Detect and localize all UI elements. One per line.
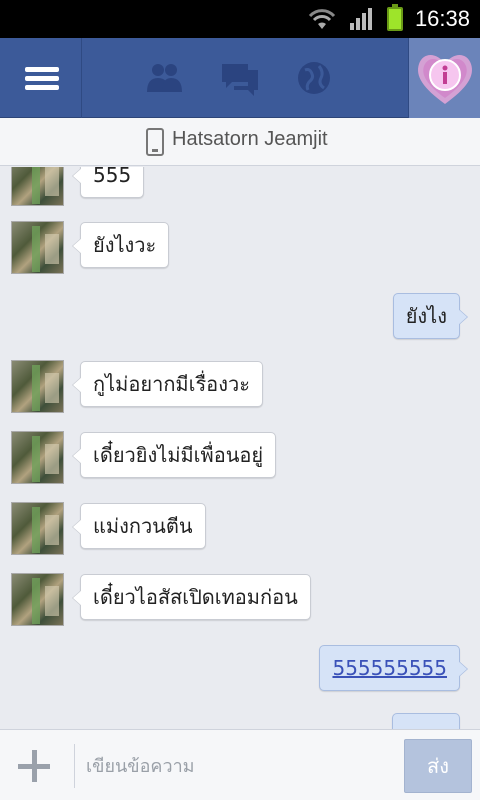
message-thread[interactable]: 555 ยังไงวะ ยังไง กูไม่อยากมีเรื่องวะ เด… (0, 167, 480, 729)
friend-requests-icon[interactable] (142, 56, 186, 100)
send-button[interactable]: ส่ง (404, 739, 472, 793)
menu-button[interactable] (0, 38, 82, 118)
incoming-message: ยังไงวะ (71, 222, 170, 268)
sender-avatar[interactable] (11, 573, 64, 626)
message-text: กูไม่อยากมีเรื่องวะ (93, 372, 250, 396)
composer-divider (74, 744, 75, 788)
conversation-title: Hatsatorn Jeamjit (172, 128, 328, 150)
mobile-phone-icon (146, 128, 164, 156)
message-text: เดี๋ยวยิงไม่มีเพื่อนอยู่ (93, 443, 264, 467)
sender-avatar[interactable] (11, 167, 64, 206)
message-input[interactable] (86, 744, 386, 788)
sender-avatar[interactable] (11, 360, 64, 413)
battery-icon (386, 4, 403, 31)
messages-icon[interactable] (218, 56, 262, 100)
wifi-icon (308, 9, 336, 29)
profile-button[interactable] (408, 38, 480, 118)
notifications-globe-icon[interactable] (292, 56, 336, 100)
status-icons: 16:38 (307, 0, 470, 38)
attach-plus-icon[interactable] (16, 748, 52, 784)
outgoing-message: 555555555 (319, 645, 468, 691)
outgoing-message: ยังไง (392, 293, 469, 339)
menu-icon (25, 67, 59, 72)
message-composer: ส่ง (0, 729, 480, 800)
message-text: 555 (93, 167, 132, 187)
conversation-header: Hatsatorn Jeamjit (0, 118, 480, 166)
message-link[interactable]: 555555555 (332, 656, 447, 680)
incoming-message: แม่งกวนตีน (72, 503, 206, 549)
clock: 16:38 (414, 6, 470, 31)
incoming-message: 555 (71, 167, 145, 198)
message-text: เดี๋ยวไอสัสเปิดเทอมก่อน (93, 585, 298, 609)
top-navigation-bar (0, 38, 480, 118)
menu-icon-line (25, 76, 59, 81)
incoming-message: กูไม่อยากมีเรื่องวะ (72, 361, 263, 407)
message-text: ยังไงวะ (93, 233, 157, 257)
incoming-message: เดี๋ยวไอสัสเปิดเทอมก่อน (72, 574, 311, 620)
incoming-message: เดี๋ยวยิงไม่มีเพื่อนอยู่ (71, 432, 277, 478)
message-text: แม่งกวนตีน (93, 514, 193, 538)
profile-info-icon (418, 55, 472, 104)
menu-icon-line (25, 85, 59, 90)
sender-avatar[interactable] (11, 221, 64, 274)
status-bar: 16:38 (0, 0, 480, 38)
message-text: ยังไง (405, 304, 447, 328)
sender-avatar[interactable] (11, 431, 64, 484)
signal-icon (349, 8, 372, 30)
sender-avatar[interactable] (11, 502, 64, 555)
outgoing-message-partial (392, 713, 460, 729)
